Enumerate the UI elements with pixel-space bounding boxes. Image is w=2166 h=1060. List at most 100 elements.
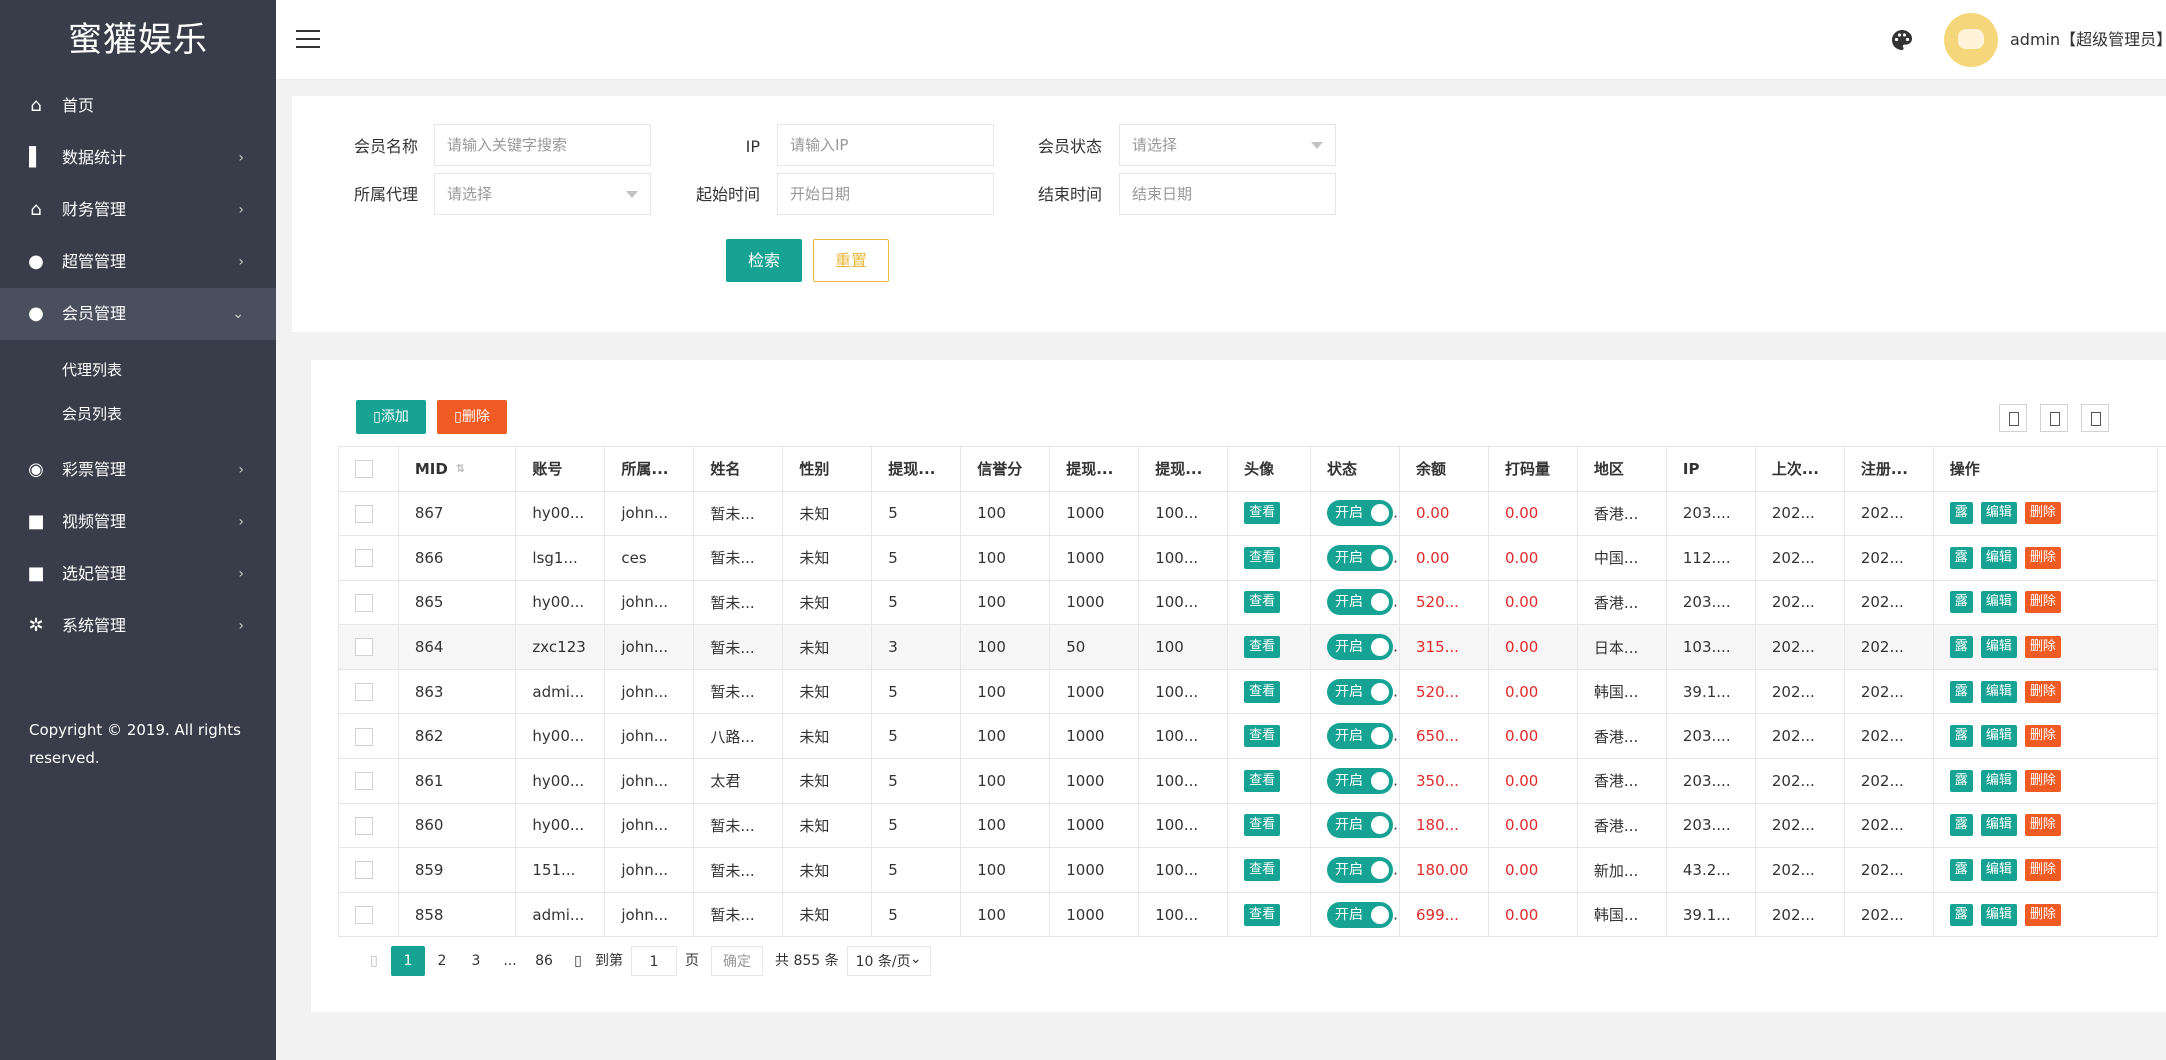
expose-button[interactable]: 露 — [1949, 680, 1973, 703]
row-checkbox-cell[interactable] — [339, 847, 399, 893]
sidebar-item-more-1[interactable]: ■ 视频管理 › — [0, 496, 276, 548]
status-toggle[interactable]: 开启 — [1327, 767, 1394, 794]
delete-button[interactable]: 删除 — [2024, 636, 2061, 659]
edit-button[interactable]: 编辑 — [1980, 502, 2017, 525]
sidebar-item-0[interactable]: ⌂ 首页 — [0, 80, 276, 132]
status-toggle[interactable]: 开启 — [1327, 678, 1394, 705]
palette-icon[interactable] — [1890, 28, 1914, 52]
sidebar-subitem-1[interactable]: 会员列表 — [0, 392, 276, 436]
sidebar-item-4[interactable]: ● 会员管理 ⌄ — [0, 288, 276, 340]
edit-button[interactable]: 编辑 — [1980, 814, 2017, 837]
row-checkbox-cell[interactable] — [339, 535, 399, 581]
edit-button[interactable]: 编辑 — [1980, 636, 2017, 659]
add-button[interactable]: ▯添加 — [356, 400, 426, 434]
view-avatar-button[interactable]: 查看 — [1244, 814, 1281, 837]
view-avatar-button[interactable]: 查看 — [1244, 725, 1281, 748]
goto-page-input[interactable]: 1 — [631, 946, 677, 976]
view-avatar-button[interactable]: 查看 — [1244, 591, 1281, 614]
view-avatar-button[interactable]: 查看 — [1244, 680, 1281, 703]
row-checkbox-cell[interactable] — [339, 713, 399, 760]
row-checkbox-cell[interactable] — [339, 491, 399, 537]
delete-button[interactable]: 删除 — [2024, 591, 2061, 614]
expose-button[interactable]: 露 — [1949, 546, 1973, 569]
avatar[interactable] — [1944, 13, 1998, 67]
status-toggle[interactable]: 开启 — [1327, 544, 1394, 571]
member-status-select[interactable]: 请选择 — [1119, 124, 1336, 166]
delete-button[interactable]: 删除 — [2024, 859, 2061, 882]
expose-button[interactable]: 露 — [1949, 725, 1973, 748]
row-checkbox[interactable] — [355, 861, 373, 880]
print-icon[interactable] — [2081, 404, 2109, 432]
status-toggle[interactable]: 开启 — [1327, 500, 1394, 527]
sidebar-item-2[interactable]: ⌂ 财务管理 › — [0, 184, 276, 236]
agent-select[interactable]: 请选择 — [434, 173, 651, 215]
status-toggle[interactable]: 开启 — [1327, 857, 1394, 884]
view-avatar-button[interactable]: 查看 — [1244, 859, 1281, 882]
sidebar-subitem-0[interactable]: 代理列表 — [0, 348, 276, 392]
status-toggle[interactable]: 开启 — [1327, 901, 1394, 928]
expose-button[interactable]: 露 — [1949, 502, 1973, 525]
search-button[interactable]: 检索 — [726, 239, 802, 282]
row-checkbox[interactable] — [355, 816, 373, 835]
expose-button[interactable]: 露 — [1949, 769, 1973, 792]
delete-button[interactable]: 删除 — [2024, 546, 2061, 569]
delete-button[interactable]: 删除 — [2024, 502, 2061, 525]
expose-button[interactable]: 露 — [1949, 591, 1973, 614]
sidebar-item-more-0[interactable]: ◉ 彩票管理 › — [0, 444, 276, 496]
row-checkbox[interactable] — [355, 682, 373, 701]
edit-button[interactable]: 编辑 — [1980, 725, 2017, 748]
export-icon[interactable] — [2040, 404, 2068, 432]
row-checkbox[interactable] — [355, 727, 373, 746]
row-checkbox[interactable] — [355, 772, 373, 791]
page-button[interactable]: 2 — [425, 946, 459, 976]
expose-button[interactable]: 露 — [1949, 814, 1973, 837]
select-all-checkbox[interactable] — [355, 460, 373, 478]
row-checkbox-cell[interactable] — [339, 669, 399, 715]
status-toggle[interactable]: 开启 — [1327, 634, 1394, 661]
row-checkbox-cell[interactable] — [339, 892, 399, 938]
column-header[interactable]: MID ⇅ — [398, 447, 517, 492]
view-avatar-button[interactable]: 查看 — [1244, 636, 1281, 659]
end-date-input[interactable]: 结束日期 — [1119, 173, 1336, 215]
row-checkbox[interactable] — [355, 638, 373, 657]
page-button[interactable]: 86 — [527, 946, 561, 976]
row-checkbox[interactable] — [355, 504, 373, 523]
edit-button[interactable]: 编辑 — [1980, 903, 2017, 926]
next-page-icon[interactable]: ▯ — [561, 946, 595, 976]
expose-button[interactable]: 露 — [1949, 903, 1973, 926]
reset-button[interactable]: 重置 — [813, 239, 889, 282]
status-toggle[interactable]: 开启 — [1327, 812, 1394, 839]
row-checkbox[interactable] — [355, 905, 373, 924]
prev-page-icon[interactable]: ▯ — [357, 946, 391, 976]
delete-button[interactable]: 删除 — [2024, 814, 2061, 837]
sidebar-item-3[interactable]: ● 超管管理 › — [0, 236, 276, 288]
select-all-checkbox-cell[interactable] — [339, 447, 399, 492]
edit-button[interactable]: 编辑 — [1980, 859, 2017, 882]
sort-icon[interactable]: ⇅ — [456, 463, 465, 474]
edit-button[interactable]: 编辑 — [1980, 546, 2017, 569]
batch-delete-button[interactable]: ▯删除 — [437, 400, 507, 434]
view-avatar-button[interactable]: 查看 — [1244, 546, 1281, 569]
delete-button[interactable]: 删除 — [2024, 903, 2061, 926]
row-checkbox-cell[interactable] — [339, 803, 399, 849]
page-button[interactable]: 1 — [391, 946, 425, 976]
sidebar-item-more-2[interactable]: ■ 选妃管理 › — [0, 548, 276, 600]
delete-button[interactable]: 删除 — [2024, 725, 2061, 748]
view-avatar-button[interactable]: 查看 — [1244, 502, 1281, 525]
status-toggle[interactable]: 开启 — [1327, 589, 1394, 616]
row-checkbox-cell[interactable] — [339, 624, 399, 670]
sidebar-item-more-3[interactable]: ✲ 系统管理 › — [0, 600, 276, 652]
page-size-select[interactable]: 10 条/页 — [846, 944, 931, 976]
columns-filter-icon[interactable] — [1999, 404, 2027, 432]
expose-button[interactable]: 露 — [1949, 636, 1973, 659]
delete-button[interactable]: 删除 — [2024, 680, 2061, 703]
row-checkbox[interactable] — [355, 593, 373, 612]
member-name-input[interactable]: 请输入关键字搜索 — [434, 124, 651, 166]
goto-confirm-button[interactable]: 确定 — [711, 946, 763, 976]
sidebar-item-1[interactable]: ▌ 数据统计 › — [0, 132, 276, 184]
edit-button[interactable]: 编辑 — [1980, 769, 2017, 792]
page-button[interactable]: 3 — [459, 946, 493, 976]
delete-button[interactable]: 删除 — [2024, 769, 2061, 792]
user-name[interactable]: admin【超级管理员】 — [2010, 0, 2166, 80]
start-date-input[interactable]: 开始日期 — [777, 173, 994, 215]
